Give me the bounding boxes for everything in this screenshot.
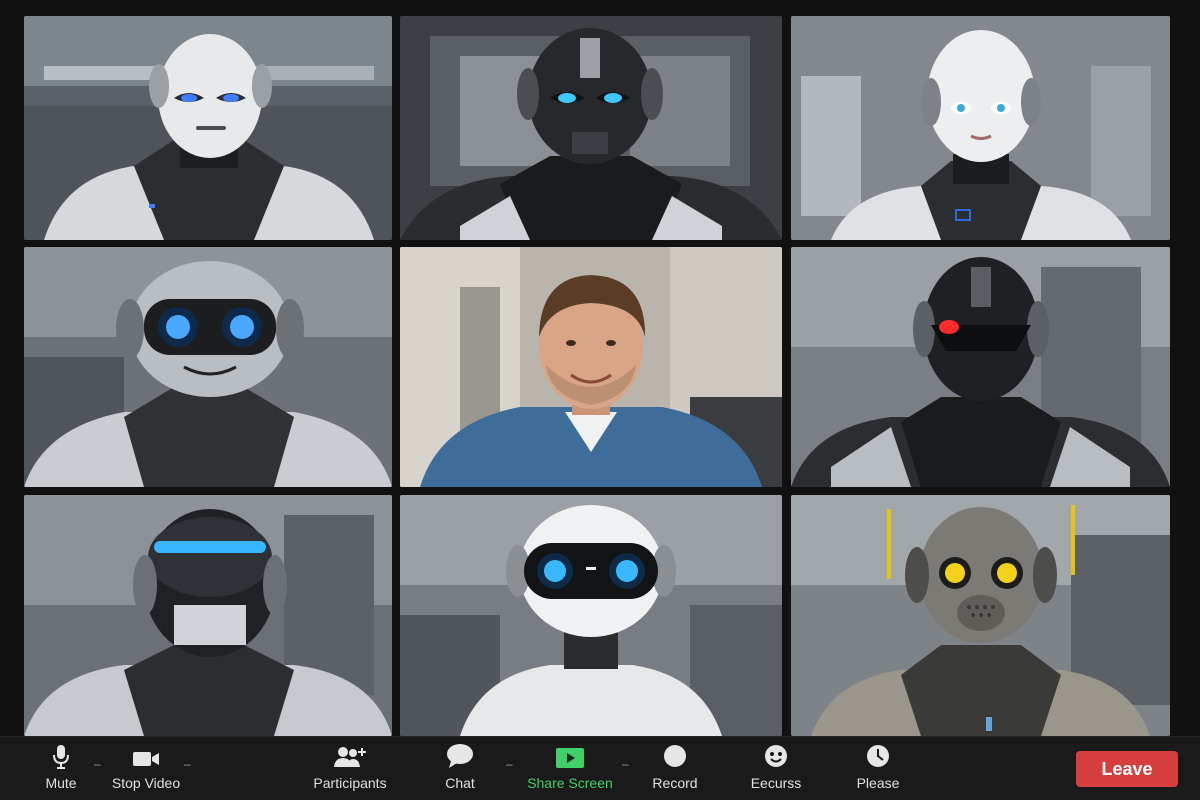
share-screen-icon (555, 737, 585, 773)
mute-options-caret[interactable]: – (94, 758, 104, 770)
mute-label: Mute (45, 775, 77, 791)
reaction-icon (763, 737, 789, 773)
share-options-caret[interactable]: – (622, 758, 632, 770)
participant-tile-robot-4[interactable] (24, 247, 392, 487)
record-icon (662, 737, 688, 773)
participant-tile-robot-8[interactable] (400, 495, 782, 736)
video-meeting-app: Mute – Stop Video – Participants Chat – … (0, 0, 1200, 800)
participant-tile-robot-9[interactable] (791, 495, 1170, 736)
participants-button[interactable]: Participants (306, 737, 394, 800)
please-label: Please (856, 775, 900, 791)
participants-icon (333, 737, 367, 773)
please-button[interactable]: Please (852, 737, 904, 800)
participant-tile-robot-7[interactable] (24, 495, 392, 736)
meeting-toolbar: Mute – Stop Video – Participants Chat – … (0, 736, 1200, 800)
chat-options-caret[interactable]: – (506, 758, 516, 770)
robot-7-video (24, 495, 392, 736)
eecurss-button[interactable]: Eecurss (748, 737, 804, 800)
participants-label: Participants (313, 775, 387, 791)
participant-tile-robot-6[interactable] (791, 247, 1170, 487)
chat-bubble-icon (445, 737, 475, 773)
robot-9-video (791, 495, 1170, 736)
robot-8-video (400, 495, 782, 736)
robot-6-video (791, 247, 1170, 487)
share-screen-button[interactable]: Share Screen (520, 737, 620, 800)
participant-tile-robot-1[interactable] (24, 16, 392, 240)
video-camera-icon (131, 737, 161, 773)
human-1-video (400, 247, 782, 487)
stop-video-label: Stop Video (111, 775, 181, 791)
record-label: Record (652, 775, 698, 791)
participant-tile-human-1[interactable] (400, 247, 782, 487)
eecurss-label: Eecurss (750, 775, 802, 791)
mute-button[interactable]: Mute (34, 737, 88, 800)
chat-label: Chat (445, 775, 475, 791)
robot-4-video (24, 247, 392, 487)
clock-icon (865, 737, 891, 773)
stop-video-button[interactable]: Stop Video (104, 737, 188, 800)
participant-tile-robot-2[interactable] (400, 16, 782, 240)
video-grid (0, 0, 1200, 736)
video-options-caret[interactable]: – (184, 758, 194, 770)
record-button[interactable]: Record (646, 737, 704, 800)
robot-3-video (791, 16, 1170, 240)
chat-button[interactable]: Chat (436, 737, 484, 800)
leave-meeting-button[interactable]: Leave (1076, 751, 1178, 787)
robot-2-video (400, 16, 782, 240)
share-screen-label: Share Screen (527, 775, 613, 791)
microphone-icon (51, 737, 71, 773)
robot-1-video (24, 16, 392, 240)
participant-tile-robot-3[interactable] (791, 16, 1170, 240)
